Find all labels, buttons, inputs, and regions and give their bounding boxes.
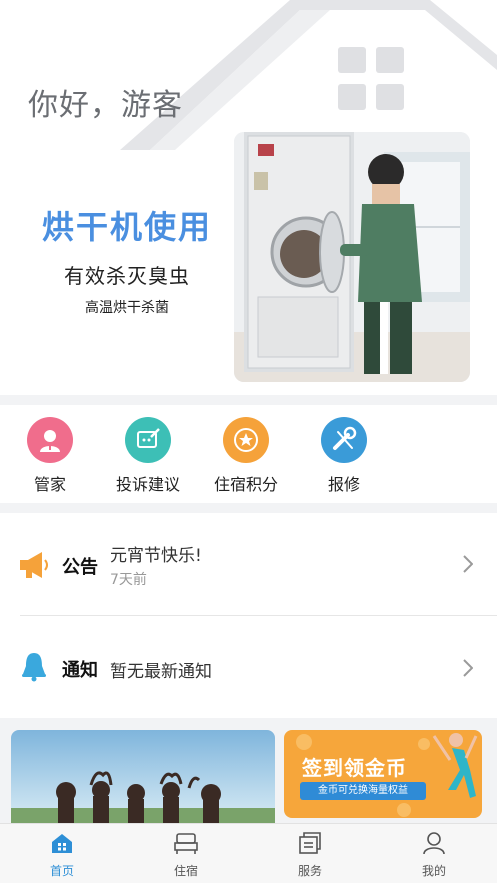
banner-caption: 高温烘干杀菌 — [85, 300, 169, 316]
menu-item-repair[interactable]: 报修 — [299, 417, 389, 495]
greeting-text: 你好，游客 — [28, 88, 183, 123]
chevron-right-icon — [463, 555, 474, 577]
notice-panel: 公告 元宵节快乐! 7天前 通知 暂无最新通知 — [0, 513, 497, 718]
announcement-tag: 公告 — [62, 557, 98, 578]
banner-text: 烘干机使用 有效杀灭臭虫 高温烘干杀菌 — [22, 202, 232, 317]
banner-subtitle: 有效杀灭臭虫 — [64, 264, 190, 288]
menu-label: 管家 — [33, 475, 66, 494]
megaphone-icon — [18, 550, 50, 584]
feedback-icon — [125, 417, 171, 463]
repair-icon — [321, 417, 367, 463]
bottom-tabbar: 首页 住宿 服务 我的 — [0, 823, 497, 883]
dryer-banner[interactable]: 烘干机使用 有效杀灭臭虫 高温烘干杀菌 — [22, 132, 470, 382]
menu-item-butler[interactable]: 管家 — [5, 417, 95, 495]
tab-label: 服务 — [297, 864, 322, 878]
tab-home[interactable]: 首页 — [22, 830, 102, 879]
quick-menu: 管家 投诉建议 住宿积分 报修 — [0, 405, 497, 503]
notification-text: 暂无最新通知 — [110, 662, 212, 682]
chevron-right-icon — [463, 659, 474, 681]
user-icon — [394, 830, 474, 856]
notification-row[interactable]: 通知 暂无最新通知 — [0, 616, 497, 718]
announcement-time: 7天前 — [110, 572, 147, 588]
tab-accommodation[interactable]: 住宿 — [146, 830, 226, 879]
coins-subtitle: 金币可兑换海量权益 — [300, 782, 426, 800]
promo-photo-banner[interactable] — [11, 730, 275, 823]
menu-item-points[interactable]: 住宿积分 — [201, 417, 291, 495]
home-icon — [22, 830, 102, 856]
dryer-photo — [234, 132, 470, 382]
sign-in-coins-banner[interactable]: 签到领金币 金币可兑换海量权益 — [284, 730, 482, 818]
coins-title: 签到领金币 — [302, 756, 407, 780]
bell-icon — [18, 650, 50, 686]
menu-label: 住宿积分 — [213, 475, 278, 494]
banner-title: 烘干机使用 — [41, 208, 212, 246]
announcement-text: 元宵节快乐! — [110, 546, 202, 566]
announcement-row[interactable]: 公告 元宵节快乐! 7天前 — [0, 513, 497, 616]
notification-tag: 通知 — [62, 660, 98, 681]
tab-profile[interactable]: 我的 — [394, 830, 474, 879]
menu-item-feedback[interactable]: 投诉建议 — [103, 417, 193, 495]
points-icon — [223, 417, 269, 463]
tab-label: 住宿 — [173, 864, 198, 878]
menu-label: 报修 — [327, 475, 360, 494]
tab-services[interactable]: 服务 — [270, 830, 350, 879]
home-header: 你好，游客 烘干机使用 有效杀灭臭虫 高温烘干杀菌 — [0, 0, 497, 395]
tab-label: 我的 — [421, 864, 446, 878]
menu-label: 投诉建议 — [115, 475, 180, 494]
bed-icon — [146, 830, 226, 856]
promo-section: 签到领金币 金币可兑换海量权益 — [0, 718, 497, 823]
tab-label: 首页 — [49, 864, 74, 878]
butler-icon — [27, 417, 73, 463]
service-icon — [270, 830, 350, 856]
